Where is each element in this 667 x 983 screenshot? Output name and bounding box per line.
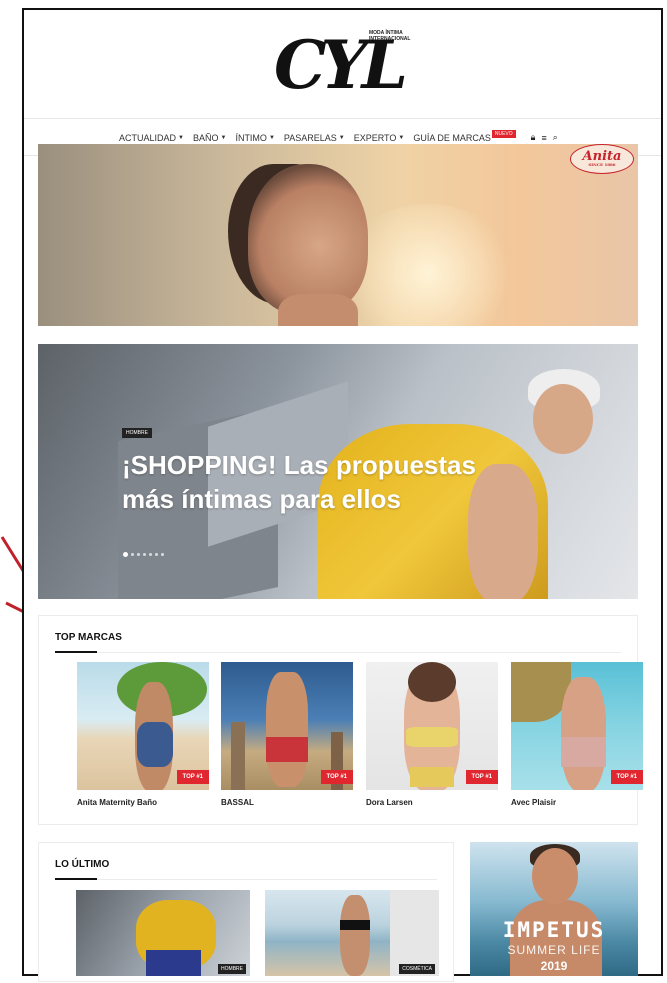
top-badge: TOP #1 (610, 770, 643, 784)
section-divider (55, 879, 437, 880)
slider-dot[interactable] (155, 553, 158, 556)
slider-dot[interactable] (123, 552, 128, 557)
new-badge: NUEVO (491, 129, 516, 138)
slider-dot[interactable] (131, 553, 134, 556)
nav-items: ACTUALIDAD ▼ BAÑO ▼ ÍNTIMO ▼ PASARELAS ▼… (119, 129, 558, 143)
brand-card[interactable]: TOP #1 Anita Maternity Baño (77, 662, 209, 807)
banner-model-face (248, 164, 368, 314)
chevron-down-icon: ▼ (338, 134, 345, 141)
anita-brand-logo[interactable]: Anita SINCE 1886 (570, 144, 634, 174)
article-thumbnail[interactable]: COSMÉTICA (265, 890, 439, 976)
ad-year: 2019 (540, 959, 568, 973)
ad-model-face (532, 848, 578, 904)
search-icon[interactable]: ⌕ (553, 132, 558, 143)
brand-card[interactable]: TOP #1 Dora Larsen (366, 662, 498, 807)
ad-subtitle: SUMMER LIFE (507, 943, 601, 957)
swim-shorts (266, 737, 308, 762)
nav-label: ÍNTIMO (235, 132, 267, 143)
brand-card[interactable]: TOP #1 BASSAL (221, 662, 353, 807)
slider-dot[interactable] (149, 553, 152, 556)
nav-label: GUÍA DE MARCAS (413, 132, 491, 143)
top-badge: TOP #1 (320, 770, 353, 784)
slider-dot[interactable] (161, 553, 164, 556)
section-divider (55, 652, 621, 653)
impetus-ad-banner[interactable]: IMPETUS SUMMER LIFE 2019 (470, 842, 638, 976)
lock-icon[interactable]: 🔒︎ (531, 132, 536, 143)
slide-title-line: ¡SHOPPING! Las propuestas (122, 450, 476, 480)
brand-card-name[interactable]: Dora Larsen (366, 798, 498, 807)
section-underline (55, 651, 97, 653)
logo-tagline: MODA ÍNTIMA INTERNACIONAL (369, 30, 411, 42)
brand-card-name[interactable]: Anita Maternity Baño (77, 798, 209, 807)
ad-brand: IMPETUS (502, 918, 606, 942)
section-underline (55, 878, 97, 880)
nav-item-intimo[interactable]: ÍNTIMO ▼ (235, 133, 274, 143)
nav-label: PASARELAS (283, 132, 337, 143)
slider-dots (123, 552, 167, 557)
nav-label: BAÑO (192, 132, 219, 143)
model-figure (561, 677, 606, 790)
anita-logo-sub: SINCE 1886 (588, 162, 616, 167)
nav-label: ACTUALIDAD (119, 132, 177, 143)
model-figure (340, 895, 370, 976)
swimsuit (561, 737, 606, 767)
section-title: LO ÚLTIMO (55, 859, 110, 870)
brand-card-name[interactable]: Avec Plaisir (511, 798, 643, 807)
category-tag[interactable]: HOMBRE (122, 428, 152, 438)
slide-title[interactable]: ¡SHOPPING! Las propuestas más íntimas pa… (122, 448, 552, 516)
slide-model-face (533, 384, 593, 454)
nav-item-actualidad[interactable]: ACTUALIDAD ▼ (119, 133, 184, 143)
slider-dot[interactable] (137, 553, 140, 556)
brand-card-image[interactable]: TOP #1 (511, 662, 643, 790)
top-badge: TOP #1 (176, 770, 209, 784)
model-hair (408, 662, 456, 702)
banner-model-neck (278, 294, 358, 326)
brand-card-image[interactable]: TOP #1 (221, 662, 353, 790)
category-tag[interactable]: HOMBRE (218, 964, 246, 974)
brand-card-image[interactable]: TOP #1 (366, 662, 498, 790)
bikini (340, 920, 370, 930)
site-header: CYL MODA ÍNTIMA INTERNACIONAL (24, 10, 661, 118)
nav-item-experto[interactable]: EXPERTO ▼ (354, 133, 405, 143)
brand-card[interactable]: TOP #1 Avec Plaisir (511, 662, 643, 807)
bralette (406, 727, 458, 747)
hero-banner[interactable] (38, 144, 638, 326)
nav-label: EXPERTO (353, 132, 397, 143)
nav-item-pasarelas[interactable]: PASARELAS ▼ (284, 133, 345, 143)
brand-card-name[interactable]: BASSAL (221, 798, 353, 807)
chevron-down-icon: ▼ (178, 134, 184, 141)
slide-title-line: más íntimas para ellos (122, 484, 401, 514)
menu-icon[interactable]: ≡ (541, 133, 546, 143)
brief (410, 767, 454, 787)
model-briefs (146, 950, 201, 976)
swimsuit (137, 722, 173, 767)
nav-item-guia-de-marcas[interactable]: GUÍA DE MARCAS NUEVO (413, 129, 516, 143)
slider-dot[interactable] (143, 553, 146, 556)
chevron-down-icon: ▼ (398, 134, 405, 141)
category-tag[interactable]: COSMÉTICA (399, 964, 435, 974)
brand-card-image[interactable]: TOP #1 (77, 662, 209, 790)
chevron-down-icon: ▼ (220, 134, 227, 141)
wooden-post (231, 722, 245, 790)
article-thumbnail[interactable]: HOMBRE (76, 890, 250, 976)
nav-item-bano[interactable]: BAÑO ▼ (193, 133, 226, 143)
top-badge: TOP #1 (465, 770, 498, 784)
chevron-down-icon: ▼ (268, 134, 275, 141)
model-figure (266, 672, 308, 787)
section-title: TOP MARCAS (55, 632, 122, 643)
